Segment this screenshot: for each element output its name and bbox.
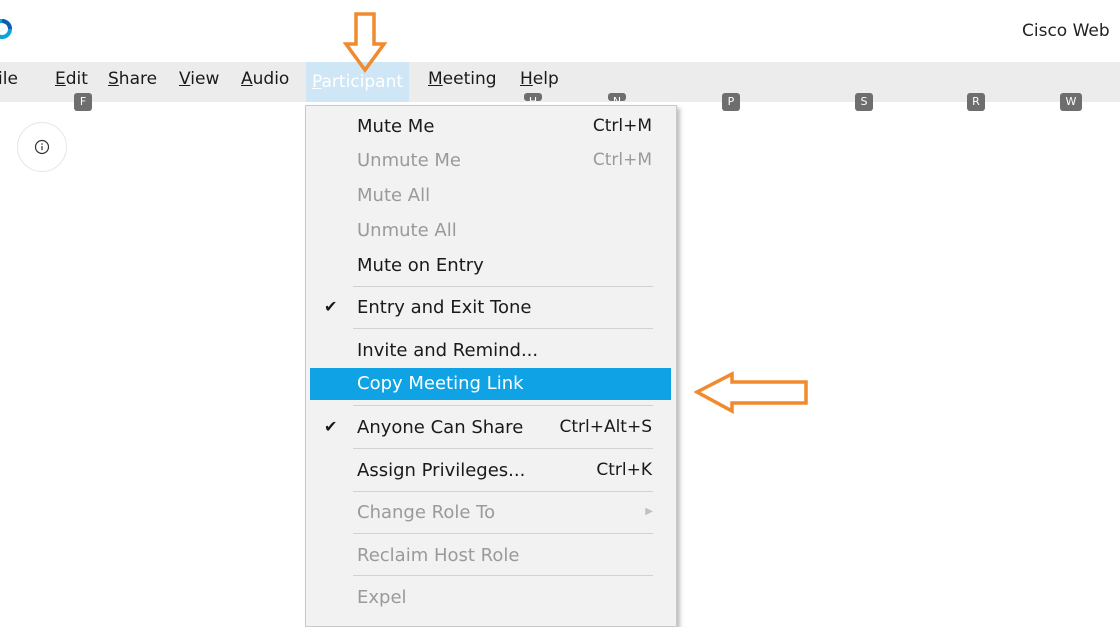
menu-item-change-role-to[interactable]: Change Role To ▶ <box>310 497 671 529</box>
menu-item-mute-me[interactable]: Mute Me Ctrl+M <box>310 111 671 143</box>
title-bar: Cisco Web <box>0 0 1120 62</box>
menu-item-label: Invite and Remind... <box>357 340 539 361</box>
menu-item-label: Assign Privileges... <box>357 460 526 481</box>
menu-item-shortcut: Ctrl+M <box>592 116 652 136</box>
keytip-badge: S <box>855 93 873 111</box>
menu-file-label: ile <box>0 69 18 89</box>
menu-item-mute-on-entry[interactable]: Mute on Entry <box>310 250 671 282</box>
menu-item-mute-all[interactable]: Mute All <box>310 180 671 212</box>
menu-item-shortcut: Ctrl+Alt+S <box>559 417 652 437</box>
menu-item-copy-meeting-link[interactable]: Copy Meeting Link <box>310 368 671 400</box>
menu-item-label: Change Role To <box>357 502 496 523</box>
menu-item-invite-remind[interactable]: Invite and Remind... <box>310 335 671 367</box>
menu-item-unmute-all[interactable]: Unmute All <box>310 215 671 247</box>
menu-item-reclaim-host-role[interactable]: Reclaim Host Role <box>310 540 671 572</box>
menu-item-shortcut: Ctrl+K <box>596 460 652 480</box>
menu-separator <box>353 328 653 329</box>
menu-item-label: Mute All <box>357 185 431 206</box>
checkmark-icon: ✔ <box>324 417 338 436</box>
menu-item-anyone-can-share[interactable]: ✔ Anyone Can Share Ctrl+Alt+S <box>310 412 671 444</box>
keytip-badge: W <box>1060 93 1082 111</box>
webex-logo-icon[interactable] <box>0 18 13 40</box>
keytip-badge: N <box>608 93 626 101</box>
annotation-arrow-left-icon <box>694 371 808 414</box>
menu-separator <box>353 405 653 406</box>
keytip-badge: R <box>967 93 985 111</box>
annotation-arrow-down-icon <box>343 12 387 73</box>
menu-item-assign-privileges[interactable]: Assign Privileges... Ctrl+K <box>310 455 671 487</box>
menu-item-label: Expel <box>357 587 407 608</box>
menu-edit[interactable]: Edit <box>55 69 88 93</box>
info-button[interactable] <box>17 122 67 172</box>
menu-bar <box>0 62 1120 102</box>
menu-audio[interactable]: Audio <box>241 69 289 93</box>
menu-item-label: Unmute All <box>357 220 457 241</box>
menu-item-unmute-me[interactable]: Unmute Me Ctrl+M <box>310 145 671 177</box>
menu-item-expel[interactable]: Expel <box>310 582 671 614</box>
menu-item-label: Reclaim Host Role <box>357 545 520 566</box>
menu-separator <box>353 286 653 287</box>
info-icon <box>34 139 50 155</box>
menu-separator <box>353 533 653 534</box>
submenu-arrow-icon: ▶ <box>645 506 653 517</box>
menu-share[interactable]: Share <box>108 69 157 93</box>
keytip-badge: H <box>524 93 542 101</box>
keytip-badge: F <box>74 93 92 111</box>
menu-separator <box>353 491 653 492</box>
menu-item-shortcut: Ctrl+M <box>592 150 652 170</box>
menu-item-label: Anyone Can Share <box>357 417 524 438</box>
menu-meeting[interactable]: Meeting <box>428 69 497 93</box>
menu-item-label: Copy Meeting Link <box>357 373 524 394</box>
menu-help[interactable]: Help <box>520 69 559 93</box>
menu-item-label: Entry and Exit Tone <box>357 297 532 318</box>
menu-view[interactable]: View <box>179 69 219 93</box>
menu-item-label: Unmute Me <box>357 150 461 171</box>
menu-item-label: Mute on Entry <box>357 255 484 276</box>
checkmark-icon: ✔ <box>324 297 338 316</box>
menu-item-entry-exit-tone[interactable]: ✔ Entry and Exit Tone <box>310 292 671 324</box>
participant-dropdown-menu: Mute Me Ctrl+M Unmute Me Ctrl+M Mute All… <box>305 105 677 627</box>
menu-separator <box>353 575 653 576</box>
menu-file[interactable]: ile <box>0 69 18 93</box>
keytip-badge: P <box>722 93 740 111</box>
menu-separator <box>353 448 653 449</box>
menu-item-label: Mute Me <box>357 116 435 137</box>
window-title: Cisco Web <box>1022 21 1110 41</box>
